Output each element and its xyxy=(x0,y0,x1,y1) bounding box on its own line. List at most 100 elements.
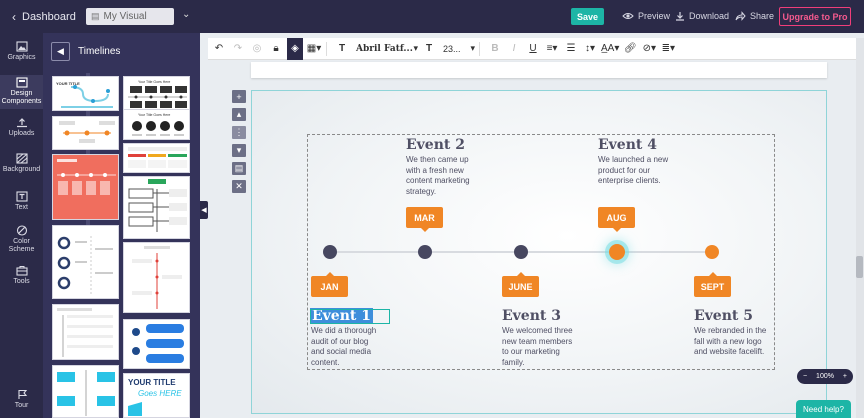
timeline-template-thumb[interactable] xyxy=(52,304,119,360)
rail-item-color-scheme[interactable]: Color Scheme xyxy=(0,225,43,261)
drag-handle-icon[interactable]: ⋮ xyxy=(232,126,246,139)
timeline-template-thumb[interactable] xyxy=(52,225,119,299)
month-label-jan[interactable]: JAN xyxy=(311,272,348,297)
redo-icon[interactable]: ↷ xyxy=(230,38,246,60)
zoom-in-button[interactable]: + xyxy=(843,373,847,380)
letter-spacing-icon[interactable]: A̲A▾ xyxy=(601,38,619,60)
event-title[interactable]: Event 2 xyxy=(406,137,465,153)
bold-icon[interactable]: B xyxy=(487,38,503,60)
top-bar: ‹ Dashboard ▤ My Visual ⌄ Save Preview D… xyxy=(0,0,864,33)
document-name-field[interactable]: ▤ My Visual xyxy=(86,8,174,25)
copy-style-icon[interactable]: ◎ xyxy=(249,38,265,60)
page-tools: + ▴ ⋮ ▾ ▤ ✕ xyxy=(232,90,246,198)
event-title[interactable]: Event 4 xyxy=(598,137,657,153)
month-label-mar[interactable]: MAR xyxy=(406,207,443,232)
zoom-control: − 100% + xyxy=(797,369,853,384)
timeline-node xyxy=(418,245,432,259)
timeline-template-thumb[interactable] xyxy=(123,143,190,173)
rail-item-graphics[interactable]: Graphics xyxy=(0,41,43,75)
fill-color-icon[interactable]: ◈ xyxy=(287,37,303,60)
add-page-icon[interactable]: + xyxy=(232,90,246,103)
preview-label: Preview xyxy=(638,11,671,21)
event-description[interactable]: We did a thorough audit of our blog and … xyxy=(311,326,391,368)
rail-label: Uploads xyxy=(8,130,35,137)
rail-item-background[interactable]: Background xyxy=(0,153,43,183)
move-down-icon[interactable]: ▾ xyxy=(232,144,246,157)
text-style-icon[interactable]: T xyxy=(334,38,350,60)
panel-title: Timelines xyxy=(78,46,121,57)
download-button[interactable]: Download xyxy=(675,11,729,21)
timeline-template-thumb[interactable]: Your Title Goes Here xyxy=(123,76,190,111)
timeline-template-thumb[interactable] xyxy=(52,365,119,418)
link-icon[interactable]: 🔗︎ xyxy=(622,38,638,60)
design-page[interactable]: JAN MAR JUNE AUG SEPT Event 2 We then ca… xyxy=(251,90,827,414)
event-description-line: and social media xyxy=(311,347,372,356)
effects-icon[interactable]: ⊘▾ xyxy=(641,38,657,60)
text-color-icon[interactable]: T xyxy=(421,38,437,60)
timeline-template-thumb[interactable]: YOUR TITLE xyxy=(52,76,119,111)
timeline-node xyxy=(705,245,719,259)
back-to-dashboard[interactable]: ‹ Dashboard xyxy=(12,10,76,24)
duplicate-page-icon[interactable]: ▤ xyxy=(232,162,246,175)
month-label-sept[interactable]: SEPT xyxy=(694,272,731,297)
template-preview: Your Title Goes Here xyxy=(132,113,184,136)
align-icon[interactable]: ≡▾ xyxy=(544,38,560,60)
share-icon xyxy=(735,11,746,21)
delete-page-icon[interactable]: ✕ xyxy=(232,180,246,193)
need-help-button[interactable]: Need help? xyxy=(796,400,851,418)
event-title[interactable]: Event 5 xyxy=(694,308,753,324)
timeline-node-active[interactable] xyxy=(609,244,625,260)
upgrade-to-pro-button[interactable]: Upgrade to Pro xyxy=(779,7,851,26)
preview-button[interactable]: Preview xyxy=(622,11,670,21)
event-title[interactable]: Event 3 xyxy=(502,308,561,324)
event-description[interactable]: We rebranded in the fall with a new logo… xyxy=(694,326,778,358)
format-toolbar: ↶ ↷ ◎ 🔒︎ ◈ ▦▾ T Abril Fatf... ▾ T 23... ▾ … xyxy=(208,37,856,60)
document-menu-chevron-icon[interactable]: ⌄ xyxy=(182,9,190,20)
month-label-aug[interactable]: AUG xyxy=(598,207,635,232)
layer-order-icon[interactable]: ≣▾ xyxy=(660,38,676,60)
underline-icon[interactable]: U xyxy=(525,38,541,60)
zoom-out-button[interactable]: − xyxy=(803,373,807,380)
timeline-template-thumb[interactable] xyxy=(123,176,190,239)
rail-item-text[interactable]: Text xyxy=(0,191,43,221)
event-description-line: content. xyxy=(311,357,340,367)
template-preview: YOUR TITLE xyxy=(56,81,113,108)
canvas-scrollbar[interactable] xyxy=(856,38,864,418)
share-button[interactable]: Share xyxy=(735,11,774,21)
previous-page[interactable] xyxy=(251,62,827,78)
undo-icon[interactable]: ↶ xyxy=(211,38,227,60)
timeline-template-thumb[interactable]: Your Title Goes Here xyxy=(123,109,190,140)
event-description-line: enterprise clients. xyxy=(598,176,661,185)
collapse-panel-button[interactable]: ◀ xyxy=(200,201,208,219)
template-preview xyxy=(132,324,184,363)
event-description-line: family. xyxy=(502,357,525,367)
font-family-select[interactable]: Abril Fatf... ▾ xyxy=(356,38,418,60)
panel-back-button[interactable]: ◀ xyxy=(51,42,70,61)
text-edit-box[interactable] xyxy=(310,309,390,324)
month-label-june[interactable]: JUNE xyxy=(502,272,539,297)
toolbar-divider xyxy=(479,41,480,56)
line-spacing-icon[interactable]: ↕▾ xyxy=(582,38,598,60)
lock-icon[interactable]: 🔒︎ xyxy=(268,38,284,60)
event-description[interactable]: We then came up with a fresh new content… xyxy=(406,155,486,197)
timeline-template-thumb[interactable] xyxy=(123,319,190,369)
transparency-icon[interactable]: ▦▾ xyxy=(306,38,322,60)
italic-icon[interactable]: I xyxy=(506,38,522,60)
event-description-line: audit of our blog xyxy=(311,336,369,346)
rail-item-uploads[interactable]: Uploads xyxy=(0,117,43,147)
timeline-template-thumb[interactable] xyxy=(52,116,119,150)
canvas-scrollbar-thumb[interactable] xyxy=(856,256,863,278)
rail-item-tools[interactable]: Tools xyxy=(0,265,43,295)
font-size-select[interactable]: 23... ▾ xyxy=(443,38,475,60)
rail-item-tour[interactable]: Tour xyxy=(0,389,43,415)
rail-label: Text xyxy=(15,204,28,211)
rail-item-design-components[interactable]: Design Components xyxy=(0,75,43,109)
event-description[interactable]: We welcomed three new team members to ou… xyxy=(502,326,582,368)
list-icon[interactable]: ☰ xyxy=(563,38,579,60)
timeline-template-thumb[interactable] xyxy=(123,242,190,313)
event-description[interactable]: We launched a new product for our enterp… xyxy=(598,155,678,187)
move-up-icon[interactable]: ▴ xyxy=(232,108,246,121)
timeline-template-thumb[interactable]: YOUR TITLE Goes HERE xyxy=(123,373,190,418)
timeline-template-thumb[interactable] xyxy=(52,154,119,220)
save-button[interactable]: Save xyxy=(571,8,604,25)
